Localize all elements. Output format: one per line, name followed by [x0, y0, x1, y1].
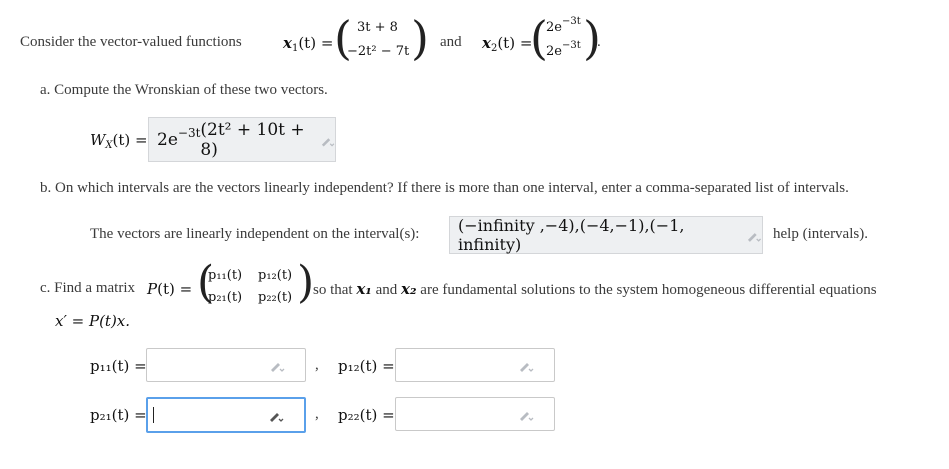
p21-input[interactable]	[146, 397, 306, 433]
p11-input[interactable]	[146, 348, 306, 382]
p12-label: p₁₂(t) =	[338, 357, 395, 375]
p22-cell: p₂₂(t)	[258, 290, 293, 305]
p12-input[interactable]	[395, 348, 555, 382]
x2-row1: 2e−3t	[546, 16, 581, 35]
P-label: P(t) =	[147, 280, 193, 298]
comma-separator: ,	[315, 357, 319, 373]
and-text: and	[440, 34, 462, 50]
p22-input[interactable]	[395, 397, 555, 431]
x2-label: x2(t) =	[482, 34, 533, 54]
wronskian-label: WX(t) =	[90, 131, 148, 151]
edit-pencil-icon	[270, 413, 284, 422]
edit-pencil-icon	[322, 137, 335, 147]
edit-pencil-icon	[520, 412, 534, 421]
wronskian-answer[interactable]: 2e −3t (2t² + 10t + 8)	[148, 117, 336, 162]
comma-separator: ,	[315, 406, 319, 422]
x1-right-paren: )	[411, 11, 429, 65]
x1-label: x1(t) =	[283, 34, 334, 54]
x1-row2: −2t² − 7t	[347, 44, 410, 59]
p11-label: p₁₁(t) =	[90, 357, 147, 375]
intro-text: Consider the vector-valued functions	[20, 34, 242, 50]
intervals-answer[interactable]: (−infinity ,−4),(−4,−1),(−1, infinity)	[449, 216, 763, 254]
p11-cell: p₁₁(t)	[208, 268, 243, 283]
part-c-question-prefix: c. Find a matrix	[40, 280, 135, 296]
p21-cell: p₂₁(t)	[208, 290, 243, 305]
edit-pencil-icon	[748, 233, 762, 242]
part-b-prompt: The vectors are linearly independent on …	[90, 226, 420, 242]
p12-cell: p₁₂(t)	[258, 268, 293, 283]
part-b-question: b. On which intervals are the vectors li…	[40, 180, 849, 196]
edit-pencil-icon	[520, 363, 534, 372]
x1-row1: 3t + 8	[357, 20, 398, 35]
edit-pencil-icon	[271, 363, 285, 372]
p21-label: p₂₁(t) =	[90, 406, 147, 424]
x2-row2: 2e−3t	[546, 40, 581, 59]
part-a-question: a. Compute the Wronskian of these two ve…	[40, 82, 328, 98]
help-intervals-link[interactable]: help (intervals).	[773, 226, 868, 243]
text-cursor	[153, 407, 154, 423]
P-right-paren: )	[297, 257, 315, 308]
p22-label: p₂₂(t) =	[338, 406, 395, 424]
intro-period: .	[597, 34, 601, 50]
part-c-question-body: so that x₁ and x₂ are fundamental soluti…	[313, 280, 877, 298]
ode-equation: x′ = P(t)x.	[55, 312, 131, 330]
